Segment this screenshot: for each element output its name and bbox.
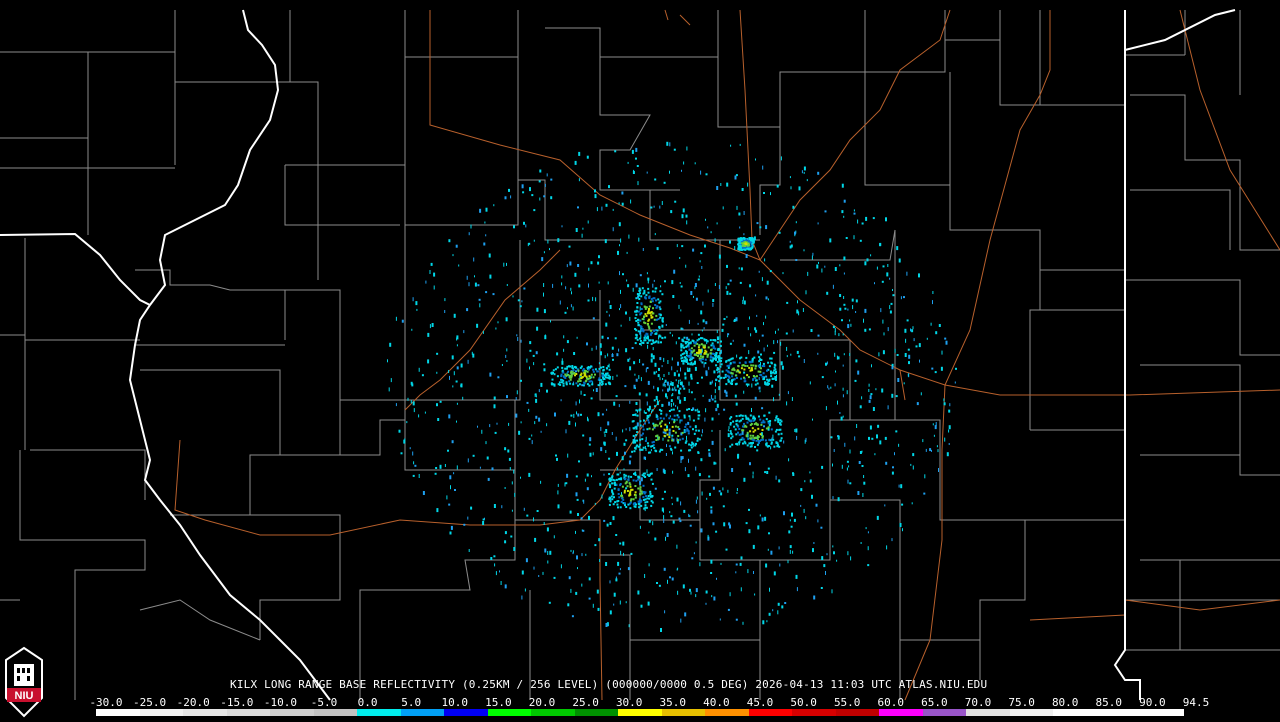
legend-color-segment: [96, 709, 140, 716]
legend-tick-label: 50.0: [790, 696, 817, 709]
legend-color-segment: [966, 709, 1010, 716]
legend-color-segment: [1053, 709, 1097, 716]
niu-logo: NIU: [2, 646, 46, 718]
legend-color-segment: [1140, 709, 1184, 716]
legend-color-segment: [792, 709, 836, 716]
product-caption: KILX LONG RANGE BASE REFLECTIVITY (0.25K…: [230, 678, 988, 691]
legend-tick-label: 25.0: [572, 696, 599, 709]
legend-color-bar: [96, 709, 1184, 716]
legend-color-segment: [1009, 709, 1054, 716]
highways: [174, 9, 1280, 701]
radar-echoes: [387, 141, 957, 632]
legend-tick-label: 55.0: [833, 696, 861, 709]
legend-color-segment: [270, 709, 314, 716]
legend-color-segment: [139, 709, 184, 716]
legend-tick-label: 30.0: [615, 696, 643, 709]
legend-tick-label: 75.0: [1008, 696, 1035, 709]
legend-tick-label: 70.0: [964, 696, 992, 709]
niu-logo-text: NIU: [15, 690, 34, 702]
legend-tick-label: -25.0: [133, 696, 167, 709]
legend-color-segment: [835, 709, 880, 716]
legend-tick-label: 45.0: [746, 696, 774, 709]
legend-tick-label: -30.0: [89, 696, 123, 709]
legend-tick-label: -5.0: [310, 696, 338, 709]
legend-color-segment: [705, 709, 749, 716]
legend-color-segment: [226, 709, 271, 716]
radar-map: [0, 9, 1280, 701]
legend-tick-label: 15.0: [485, 696, 512, 709]
legend-color-segment: [1096, 709, 1141, 716]
legend-color-segment: [574, 709, 619, 716]
legend-tick-label: -10.0: [263, 696, 297, 709]
legend-tick-label: -15.0: [220, 696, 254, 709]
legend-tick-label: -20.0: [176, 696, 210, 709]
legend-tick-label: 85.0: [1095, 696, 1123, 709]
legend-tick-label: 80.0: [1051, 696, 1079, 709]
legend-color-segment: [183, 709, 227, 716]
legend-tick-label: 20.0: [528, 696, 556, 709]
legend-color-segment: [879, 709, 923, 716]
legend-color-segment: [400, 709, 445, 716]
legend-color-segment: [618, 709, 662, 716]
legend-tick-label: 90.0: [1139, 696, 1166, 709]
legend-tick-label: 0.0: [357, 696, 378, 709]
legend-color-segment: [444, 709, 488, 716]
legend-tick-label: 35.0: [659, 696, 687, 709]
legend-tick-label: 5.0: [401, 696, 422, 709]
legend-tick-labels: -30.0 -25.0 -20.0 -15.0 -10.0 -5.0 0.0 5.0 10.0 1…: [89, 696, 1209, 709]
legend-color-segment: [661, 709, 706, 716]
legend-color-segment: [357, 709, 401, 716]
legend-tick-label: 94.5: [1182, 696, 1210, 709]
legend-tick-label: 65.0: [921, 696, 948, 709]
legend-color-segment: [748, 709, 793, 716]
legend-color-segment: [313, 709, 358, 716]
legend-color-segment: [531, 709, 575, 716]
legend-color-segment: [487, 709, 532, 716]
legend-tick-label: 10.0: [441, 696, 469, 709]
legend-color-segment: [922, 709, 967, 716]
county-lines: [0, 10, 1280, 700]
legend-tick-label: 40.0: [703, 696, 730, 709]
legend-tick-label: 60.0: [877, 696, 905, 709]
